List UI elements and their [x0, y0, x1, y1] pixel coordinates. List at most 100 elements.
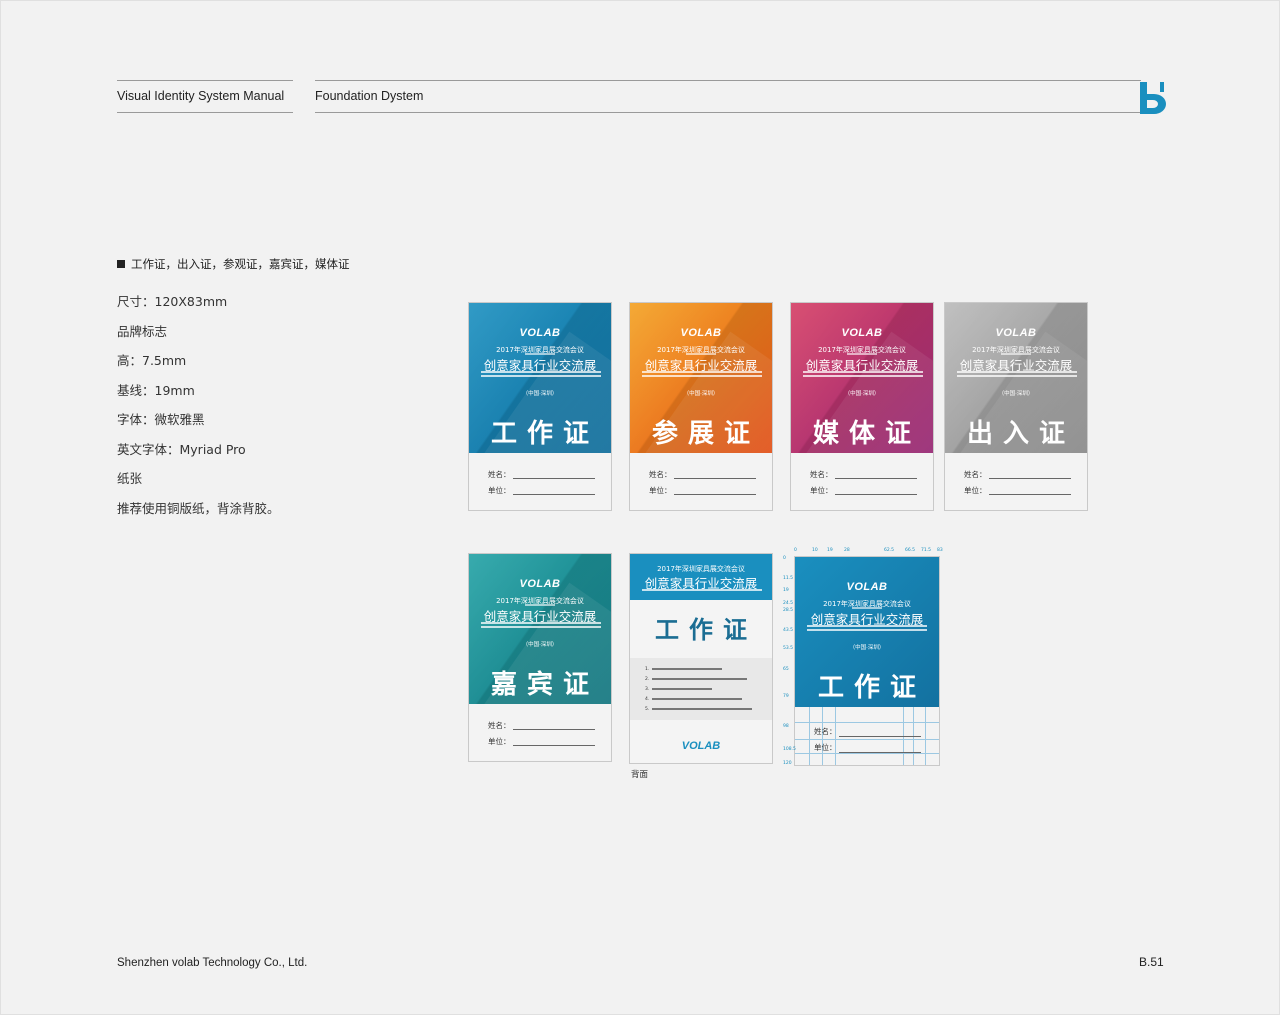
- badge-card: VOLAB 2017年深圳家具展交流会议 创意家具行业交流展 （中国·深圳） 嘉宾证 姓名…: [468, 553, 612, 762]
- header-rule-top-right: [315, 80, 1141, 81]
- badge-event-location: （中国·深圳）: [998, 391, 1034, 397]
- dim-tick-left: 98: [783, 724, 789, 729]
- badge-brand-logo: VOLAB: [680, 327, 722, 339]
- dim-tick-top: 28: [844, 548, 850, 553]
- footer-company: Shenzhen volab Technology Co., Ltd.: [117, 957, 308, 969]
- badge-label: 工作证: [490, 419, 599, 449]
- badge-label: 出入证: [966, 419, 1075, 449]
- badge-card: VOLAB 2017年深圳家具展交流会议 创意家具行业交流展 （中国·深圳） 出入证 姓名…: [944, 302, 1088, 511]
- section-title: 工作证，出入证，参观证，嘉宾证，媒体证: [117, 256, 350, 272]
- badge-name-row: 姓名：: [964, 469, 1071, 480]
- badge-name-row: 姓名：: [649, 469, 756, 480]
- badge-label: 媒体证: [812, 419, 921, 449]
- badge-brand-logo: VOLAB: [519, 578, 561, 590]
- spec-item: 推荐使用铜版纸，背涂背胶。: [117, 500, 280, 516]
- dim-tick-top: 83: [937, 548, 943, 553]
- back-card-header: 2017年深圳家具展交流会议 创意家具行业交流展: [630, 554, 772, 600]
- dim-event-year: 2017年深圳家具展交流会议: [823, 600, 911, 608]
- header-rule-top-left: [117, 80, 293, 81]
- dim-tick-top: 62.5: [884, 548, 895, 553]
- note-line: 3.: [645, 684, 772, 694]
- section-header-title: Foundation Dystem: [315, 89, 424, 103]
- badge-event-location: （中国·深圳）: [522, 642, 558, 648]
- dim-tick-left: 65: [783, 667, 789, 672]
- badge-event-location: （中国·深圳）: [844, 391, 880, 397]
- badge-unit-row: 单位：: [649, 485, 756, 496]
- badge-form: 姓名： 单位：: [630, 453, 772, 510]
- back-event-english-lines: [642, 589, 762, 596]
- unit-label: 单位：: [488, 486, 511, 495]
- badge-brand-logo: VOLAB: [995, 327, 1037, 339]
- name-label: 姓名：: [810, 470, 833, 479]
- dim-tick-left: 19: [783, 588, 789, 593]
- badge-event-english-lines: [803, 371, 923, 378]
- badge-event-english-lines: [642, 371, 762, 378]
- section-title-text: 工作证，出入证，参观证，嘉宾证，媒体证: [131, 257, 350, 271]
- badge-event-year: 2017年深圳家具展交流会议: [818, 346, 906, 354]
- dim-tick-top: 71.5: [921, 548, 932, 553]
- badge-unit-row: 单位：: [488, 736, 595, 747]
- badge-event-location: （中国·深圳）: [683, 391, 719, 397]
- spec-list: 尺寸：120X83mm 品牌标志 高：7.5mm 基线：19mm 字体：微软雅黑…: [117, 292, 280, 528]
- badge-card: VOLAB 2017年深圳家具展交流会议 创意家具行业交流展 （中国·深圳） 媒体证 姓名…: [790, 302, 934, 511]
- badge-brand-logo: VOLAB: [519, 327, 561, 339]
- brand-logo-icon: [1140, 82, 1166, 114]
- badge-card-top: VOLAB 2017年深圳家具展交流会议 创意家具行业交流展 （中国·深圳） 出入证: [945, 303, 1087, 453]
- badge-event-location: （中国·深圳）: [522, 391, 558, 397]
- badge-form: 姓名： 单位：: [791, 453, 933, 510]
- dim-tick-left: 24.5: [783, 601, 794, 606]
- spec-item: 尺寸：120X83mm: [117, 294, 228, 309]
- header-rule-bottom-left: [117, 112, 293, 113]
- badge-form: 姓名： 单位：: [469, 704, 611, 761]
- dim-card-top: VOLAB 2017年深圳家具展交流会议 创意家具行业交流展 （中国·深圳） 工…: [795, 557, 939, 707]
- dim-tick-top: 19: [827, 548, 833, 553]
- back-brand-logo: VOLAB: [681, 740, 721, 752]
- badge-unit-row: 单位：: [964, 485, 1071, 496]
- badge-back-card: 2017年深圳家具展交流会议 创意家具行业交流展 工作证 1. 2. 3. 4.…: [629, 553, 773, 764]
- unit-label: 单位：: [649, 486, 672, 495]
- dim-tick-top: 0: [794, 548, 797, 553]
- note-line: 2.: [645, 674, 772, 684]
- note-line: 4.: [645, 694, 772, 704]
- dim-event-location: （中国·深圳）: [849, 645, 885, 651]
- note-line: 5.: [645, 704, 772, 714]
- badge-name-row: 姓名：: [488, 720, 595, 731]
- badge-card-top: VOLAB 2017年深圳家具展交流会议 创意家具行业交流展 （中国·深圳） 嘉宾证: [469, 554, 611, 704]
- badge-name-row: 姓名：: [488, 469, 595, 480]
- badge-unit-row: 单位：: [488, 485, 595, 496]
- badge-label: 参展证: [651, 419, 760, 449]
- badge-unit-row: 单位：: [810, 485, 917, 496]
- dim-badge-label: 工作证: [817, 673, 926, 703]
- badge-event-year: 2017年深圳家具展交流会议: [657, 346, 745, 354]
- back-notes: 1. 2. 3. 4. 5.: [630, 658, 772, 720]
- badge-brand-logo: VOLAB: [841, 327, 883, 339]
- note-line: 1.: [645, 664, 772, 674]
- spec-item: 英文字体：Myriad Pro: [117, 441, 246, 457]
- badge-event-english-lines: [481, 371, 601, 378]
- back-caption: 背面: [631, 770, 649, 780]
- badge-event-year: 2017年深圳家具展交流会议: [972, 346, 1060, 354]
- badge-event-year: 2017年深圳家具展交流会议: [496, 346, 584, 354]
- dim-name-row: 姓名：: [814, 726, 921, 737]
- spec-item: 基线：19mm: [117, 382, 195, 398]
- header-rule-bottom-right: [315, 112, 1141, 113]
- name-label: 姓名：: [488, 721, 511, 730]
- badge-event-english-lines: [957, 371, 1077, 378]
- dim-tick-left: 53.5: [783, 646, 794, 651]
- unit-label: 单位：: [488, 737, 511, 746]
- badge-card: VOLAB 2017年深圳家具展交流会议 创意家具行业交流展 （中国·深圳） 工作证 姓名…: [468, 302, 612, 511]
- badge-form: 姓名： 单位：: [945, 453, 1087, 510]
- spec-item: 纸张: [117, 471, 143, 486]
- dim-tick-left: 108.5: [783, 747, 796, 752]
- page-number: B.51: [1139, 955, 1164, 969]
- dimensioned-badge-card: VOLAB 2017年深圳家具展交流会议 创意家具行业交流展 （中国·深圳） 工…: [794, 556, 940, 766]
- dim-tick-left: 79: [783, 694, 789, 699]
- dim-tick-left: 0: [783, 556, 786, 561]
- dim-tick-left: 28.5: [783, 608, 794, 613]
- unit-label: 单位：: [810, 486, 833, 495]
- dim-tick-top: 66.5: [905, 548, 916, 553]
- spec-item: 品牌标志: [117, 323, 168, 339]
- unit-label: 单位：: [964, 486, 987, 495]
- back-badge-label: 工作证: [655, 616, 757, 644]
- spec-item: 高：7.5mm: [117, 353, 187, 368]
